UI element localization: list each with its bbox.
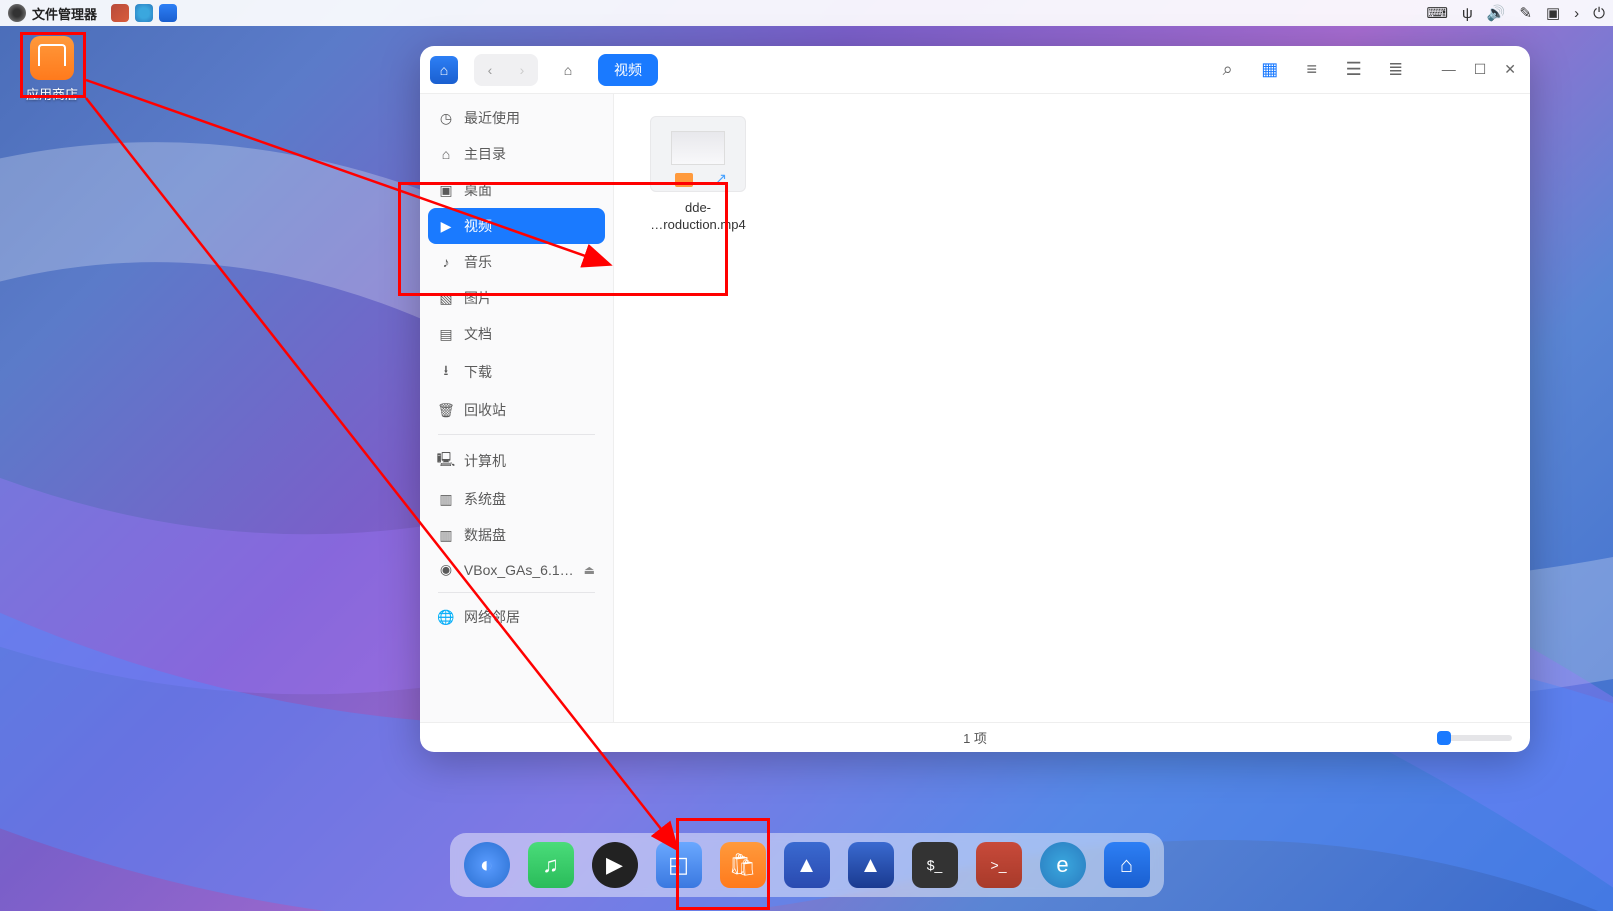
filemanager-logo-icon[interactable]: ⌂ [430,56,458,84]
shortcut-edge-icon[interactable] [135,4,153,22]
view-list-icon[interactable]: ≡ [1302,60,1322,80]
file-grid[interactable]: ↗ dde- …roduction.mp4 [614,94,1530,722]
maximize-button[interactable]: ☐ [1474,61,1487,78]
file-manager-window: ⌂ ‹ › ⌂ 视频 ⌕ ▦ ≡ ☰ ≣ — ☐ ✕ ◷最近使用 ⌂主目录 ▣桌… [420,46,1530,752]
sidebar-item-pictures[interactable]: ▧图片 [428,280,605,316]
keyboard-icon[interactable]: ⌨ [1426,4,1448,22]
dock-file-manager[interactable]: ⌂ [1104,842,1150,888]
download-icon: ⭳ [438,360,454,384]
dock-terminal[interactable]: $_ [912,842,958,888]
toolbar-right: ⌕ ▦ ≡ ☰ ≣ — ☐ ✕ [1218,60,1516,80]
desktop-icon-appstore[interactable]: 应用商店 [24,36,80,103]
dock-app-store[interactable]: 🛍 [720,842,766,888]
back-button[interactable]: ‹ [474,54,506,86]
status-text: 1 项 [963,728,987,747]
sidebar-item-downloads[interactable]: ⭳下载 [428,352,605,392]
sidebar-item-videos[interactable]: ▶视频 [428,208,605,244]
clock-icon: ◷ [438,110,454,127]
active-app-name[interactable]: 文件管理器 [32,4,97,23]
sidebar-item-recent[interactable]: ◷最近使用 [428,100,605,136]
nav-buttons: ‹ › [474,54,538,86]
image-icon: ▧ [438,290,454,307]
disk-icon: ▥ [438,527,454,544]
battery-icon[interactable]: ▣ [1546,4,1560,22]
path-current[interactable]: 视频 [598,54,658,86]
document-icon: ▤ [438,326,454,343]
desktop-icon: ▣ [438,182,454,199]
sidebar: ◷最近使用 ⌂主目录 ▣桌面 ▶视频 ♪音乐 ▧图片 ▤文档 ⭳下载 🗑回收站 … [420,94,614,722]
view-grid-icon[interactable]: ▦ [1260,60,1280,80]
sidebar-item-desktop[interactable]: ▣桌面 [428,172,605,208]
disk-icon: ▥ [438,491,454,508]
chevron-right-icon[interactable]: › [1574,5,1579,22]
file-item[interactable]: ↗ dde- …roduction.mp4 [628,108,768,242]
sidebar-separator [438,592,595,593]
eject-icon[interactable]: ⏏ [584,563,595,577]
shortcut-filemanager-icon[interactable] [159,4,177,22]
globe-icon: 🌐 [438,609,454,626]
video-icon: ▶ [438,218,454,235]
sidebar-item-documents[interactable]: ▤文档 [428,316,605,352]
disc-icon: ◉ [438,561,454,578]
dock: ◐ ♫ ▶ ◱ 🛍 ▲ ▲ $_ >_ e ⌂ [450,833,1164,897]
sidebar-item-computer[interactable]: 🖳计算机 [428,441,605,481]
titlebar: ⌂ ‹ › ⌂ 视频 ⌕ ▦ ≡ ☰ ≣ — ☐ ✕ [420,46,1530,94]
system-tray: ⌨ ψ 🔊 ✎ ▣ › ⏻ [1426,4,1605,22]
dock-edge-browser[interactable]: e [1040,842,1086,888]
dock-terminal-root[interactable]: >_ [976,842,1022,888]
view-compact-icon[interactable]: ☰ [1344,60,1364,80]
share-badge-icon: ↗ [715,170,727,187]
computer-icon: 🖳 [438,449,454,473]
zoom-slider[interactable] [1440,735,1512,741]
power-icon[interactable]: ⏻ [1593,5,1605,22]
volume-icon[interactable]: 🔊 [1487,4,1506,22]
menubar-shortcuts [111,4,177,22]
sidebar-item-network[interactable]: 🌐网络邻居 [428,599,605,635]
dock-music[interactable]: ♫ [528,842,574,888]
minimize-button[interactable]: — [1442,61,1456,78]
music-icon: ♪ [438,254,454,270]
folder-badge-icon [675,173,693,187]
dock-launcher[interactable]: ◐ [464,842,510,888]
dock-screenshot[interactable]: ◱ [656,842,702,888]
dock-video-player[interactable]: ▶ [592,842,638,888]
sidebar-separator [438,434,595,435]
sidebar-item-trash[interactable]: 🗑回收站 [428,392,605,428]
sidebar-item-system-disk[interactable]: ▥系统盘 [428,481,605,517]
sidebar-item-vbox[interactable]: ◉VBox_GAs_6.1…⏏ [428,553,605,586]
shortcut-terminal-icon[interactable] [111,4,129,22]
trash-icon: 🗑 [438,402,454,419]
home-icon: ⌂ [438,146,454,162]
file-name: dde- …roduction.mp4 [636,200,760,234]
forward-button[interactable]: › [506,54,538,86]
dock-mail-client[interactable]: ▲ [848,842,894,888]
appstore-icon [30,36,74,80]
close-button[interactable]: ✕ [1504,61,1516,78]
usb-icon[interactable]: ψ [1462,5,1473,22]
menubar: 文件管理器 ⌨ ψ 🔊 ✎ ▣ › ⏻ [0,0,1613,26]
video-thumbnail-icon: ↗ [650,116,746,192]
sidebar-item-music[interactable]: ♪音乐 [428,244,605,280]
menu-icon[interactable]: ≣ [1386,60,1406,80]
home-button[interactable]: ⌂ [552,54,584,86]
sidebar-item-data-disk[interactable]: ▥数据盘 [428,517,605,553]
sidebar-item-home[interactable]: ⌂主目录 [428,136,605,172]
dock-mail[interactable]: ▲ [784,842,830,888]
brush-icon[interactable]: ✎ [1519,4,1532,22]
statusbar: 1 项 [420,722,1530,752]
deepin-logo-icon[interactable] [8,4,26,22]
search-icon[interactable]: ⌕ [1218,60,1238,80]
desktop-icon-label: 应用商店 [24,84,80,103]
